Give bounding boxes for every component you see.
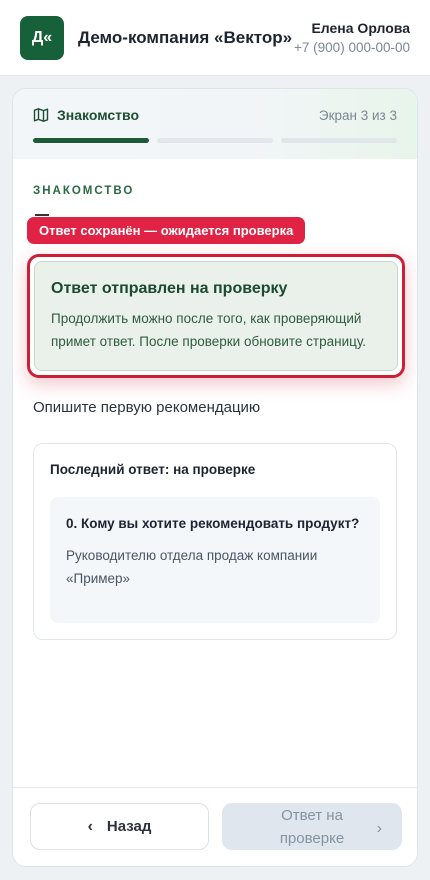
map-icon [33, 108, 49, 122]
progress-segment-1 [33, 138, 149, 143]
user-phone: +7 (900) 000-00-00 [294, 40, 410, 55]
step-card: Знакомство Экран 3 из 3 ЗНАКОМСТВО Ответ… [12, 88, 418, 867]
user-name: Елена Орлова [311, 20, 410, 36]
chevron-left-icon: ‹ [87, 817, 93, 835]
card-footer: ‹ Назад Ответ на проверке › [13, 787, 417, 866]
notice-title: Ответ отправлен на проверку [51, 280, 288, 297]
next-button[interactable]: Ответ на проверке › [222, 803, 402, 850]
notice-text: Продолжить можно после того, как проверя… [51, 311, 366, 349]
section-label: ЗНАКОМСТВО [33, 185, 135, 197]
review-notice: Ответ отправлен на проверку Продолжить м… [34, 261, 398, 371]
step-title: Знакомство [57, 107, 139, 123]
status-tooltip: Ответ сохранён — ожидается проверка [27, 217, 306, 244]
last-answer-panel: Последний ответ: на проверке 0. Кому вы … [33, 443, 397, 640]
progress-segment-2 [157, 138, 273, 143]
partially-hidden-text [35, 214, 49, 216]
user-profile[interactable]: Елена Орлова +7 (900) 000-00-00 [292, 20, 410, 55]
step-header: Знакомство Экран 3 из 3 [13, 89, 417, 159]
chevron-right-icon: › [376, 820, 382, 837]
answer-block: 0. Кому вы хотите рекомендовать продукт?… [50, 497, 380, 623]
answer-text: Руководителю отдела продаж компании «При… [66, 548, 318, 586]
back-button-label: Назад [106, 818, 152, 835]
progress-segment-3 [281, 138, 397, 143]
answer-question: 0. Кому вы хотите рекомендовать продукт? [66, 516, 360, 531]
highlight-frame: Ответ отправлен на проверку Продолжить м… [27, 254, 405, 378]
step-progress [33, 138, 397, 143]
back-button[interactable]: ‹ Назад [30, 803, 209, 850]
last-answer-title: Последний ответ: на проверке [50, 462, 256, 477]
step-counter: Экран 3 из 3 [318, 107, 397, 123]
company-logo: Д« [20, 15, 64, 60]
company-name: Демо-компания «Вектор» [78, 27, 293, 47]
next-button-label: Ответ на проверке [279, 806, 345, 847]
question-prompt: Опишите первую рекомендацию [33, 399, 261, 416]
app-header: Д« Демо-компания «Вектор» Елена Орлова +… [0, 0, 430, 76]
